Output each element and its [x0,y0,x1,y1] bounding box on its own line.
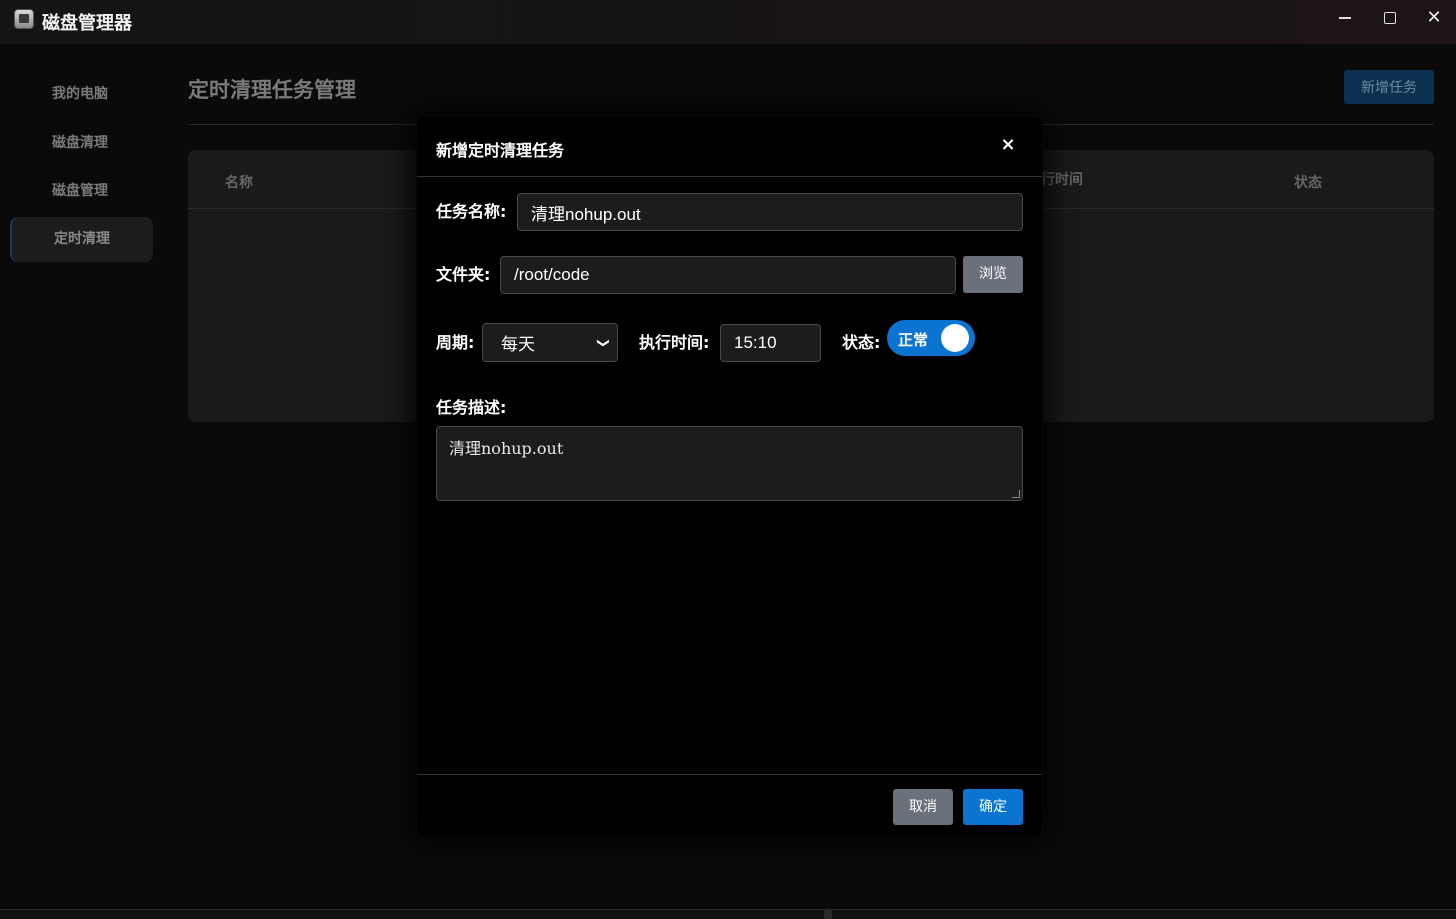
add-task-button[interactable]: 新增任务 [1344,70,1434,104]
dialog-close-button[interactable]: × [997,133,1019,157]
status-label: 状态: [842,333,881,352]
task-name-label: 任务名称: [436,202,507,221]
period-label: 周期: [436,333,475,352]
sidebar-item-disk-cleanup[interactable]: 磁盘清理 [10,121,153,166]
description-textarea[interactable]: 清理nohup.out [436,426,1023,501]
sidebar-item-my-computer[interactable]: 我的电脑 [10,72,153,117]
maximize-icon [1384,12,1396,24]
task-name-value: 清理nohup.out [531,204,641,224]
period-value: 每天 [501,335,535,354]
drive-icon [14,9,34,29]
column-header-name[interactable]: 名称 [225,172,253,192]
close-icon: ✕ [1426,7,1442,28]
folder-label: 文件夹: [436,265,491,284]
new-task-dialog: 新增定时清理任务 × 任务名称: 清理nohup.out 文件夹: /root/… [417,117,1042,837]
exec-time-value: 15:10 [734,333,777,352]
folder-value: /root/code [514,265,590,284]
minimize-button[interactable] [1322,0,1368,36]
page-title: 定时清理任务管理 [188,78,356,102]
task-name-input[interactable]: 清理nohup.out [517,193,1023,231]
dialog-footer-divider [417,774,1042,775]
period-select[interactable]: 每天 ❮ [482,323,618,362]
dialog-title: 新增定时清理任务 [436,141,565,160]
cancel-button[interactable]: 取消 [893,789,953,825]
confirm-button[interactable]: 确定 [963,789,1023,825]
chevron-down-icon: ❮ [594,337,609,348]
folder-input[interactable]: /root/code [500,256,956,294]
column-header-status[interactable]: 状态 [1294,172,1322,192]
description-label: 任务描述: [436,398,507,417]
minimize-icon [1339,17,1351,19]
sidebar-item-disk-management[interactable]: 磁盘管理 [10,169,153,214]
scrollbar-thumb[interactable] [824,910,832,919]
sidebar-item-scheduled-cleanup[interactable]: 定时清理 [10,217,153,262]
description-value: 清理nohup.out [449,439,564,458]
exec-time-label: 执行时间: [639,333,710,352]
maximize-button[interactable] [1367,0,1413,36]
sidebar: 我的电脑 磁盘清理 磁盘管理 定时清理 [0,44,168,919]
dialog-header: 新增定时清理任务 × [417,117,1042,177]
column-header-exec-time[interactable]: 行时间 [1041,169,1083,189]
bottom-edge [0,909,1456,919]
toggle-knob [941,324,969,352]
browse-button[interactable]: 浏览 [963,256,1023,293]
status-toggle[interactable]: 正常 [887,320,975,356]
exec-time-input[interactable]: 15:10 [720,324,821,362]
close-window-button[interactable]: ✕ [1411,0,1456,36]
title-bar: 磁盘管理器 ✕ [0,0,1456,44]
close-icon: × [1000,134,1016,155]
resize-grip-icon[interactable] [1012,490,1020,498]
status-toggle-label: 正常 [898,331,929,349]
window-title: 磁盘管理器 [42,13,132,34]
